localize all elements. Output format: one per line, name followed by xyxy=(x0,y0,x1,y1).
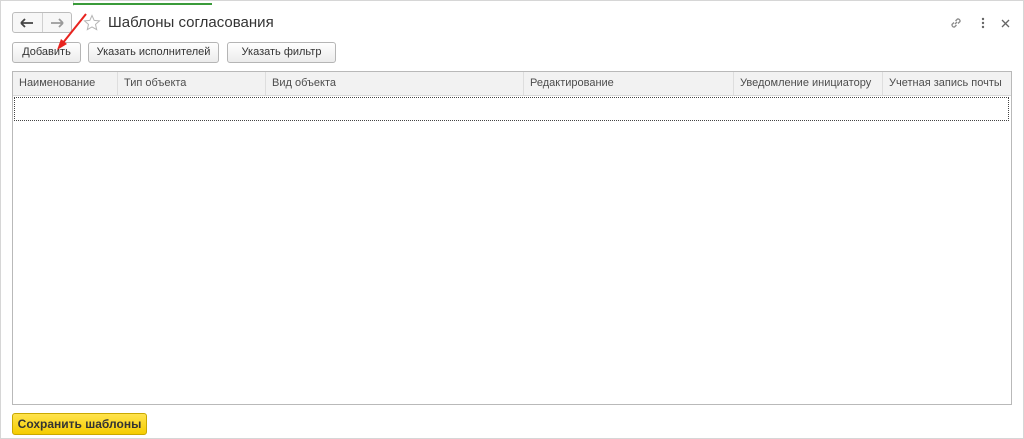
add-button[interactable]: Добавить xyxy=(12,42,81,63)
set-filter-button[interactable]: Указать фильтр xyxy=(227,42,336,63)
column-header-mail-account[interactable]: Учетная запись почты xyxy=(883,72,1011,95)
more-actions-button[interactable] xyxy=(975,15,991,31)
close-button[interactable] xyxy=(997,15,1013,31)
templates-table[interactable]: Наименование Тип объекта Вид объекта Ред… xyxy=(12,71,1012,405)
star-icon[interactable] xyxy=(83,14,101,32)
table-row[interactable] xyxy=(14,97,1009,121)
column-header-initiator-notification[interactable]: Уведомление инициатору xyxy=(734,72,883,95)
form-window: Шаблоны согласования Добавить Указать ис… xyxy=(0,0,1024,439)
form-titlebar: Шаблоны согласования xyxy=(1,7,1023,39)
active-tab-indicator[interactable] xyxy=(73,3,212,5)
history-navigation xyxy=(12,12,72,33)
table-header: Наименование Тип объекта Вид объекта Ред… xyxy=(13,72,1011,96)
close-icon xyxy=(1001,19,1009,27)
forward-button[interactable] xyxy=(41,13,72,32)
assign-performers-button[interactable]: Указать исполнителей xyxy=(88,42,219,63)
column-header-object-type[interactable]: Тип объекта xyxy=(118,72,266,95)
arrow-left-icon xyxy=(20,17,34,28)
link-icon xyxy=(951,18,961,28)
more-vertical-icon xyxy=(981,17,985,29)
save-templates-button[interactable]: Сохранить шаблоны xyxy=(12,413,147,435)
column-header-editing[interactable]: Редактирование xyxy=(524,72,734,95)
link-button[interactable] xyxy=(948,15,964,31)
page-title: Шаблоны согласования xyxy=(108,14,274,31)
arrow-right-icon xyxy=(50,17,64,28)
column-header-object-kind[interactable]: Вид объекта xyxy=(266,72,524,95)
back-button[interactable] xyxy=(13,13,42,32)
tab-strip xyxy=(1,1,1023,6)
column-header-name[interactable]: Наименование xyxy=(13,72,118,95)
